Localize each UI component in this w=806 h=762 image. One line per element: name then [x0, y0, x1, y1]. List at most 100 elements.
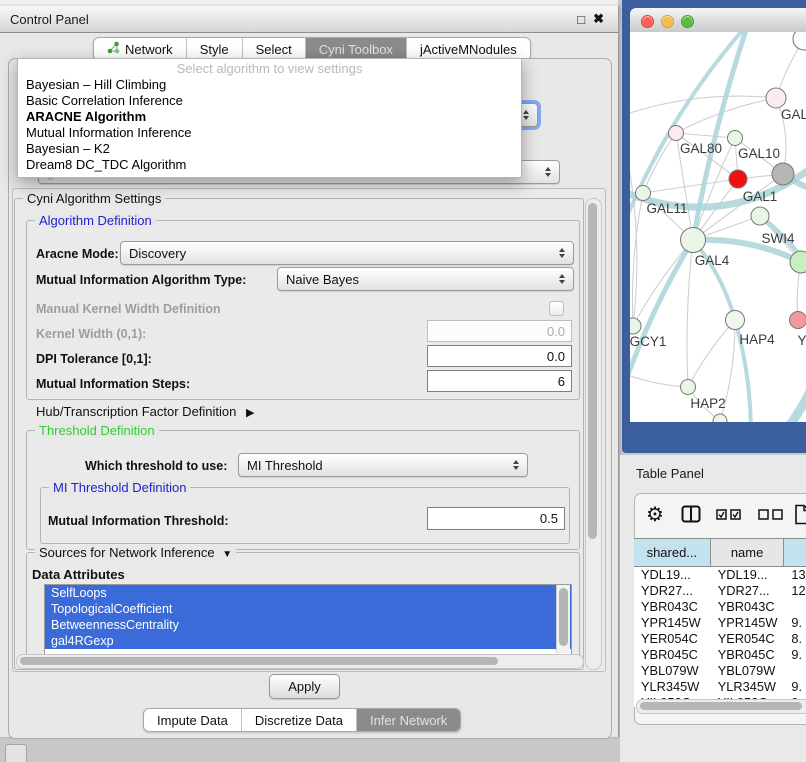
- sources-title[interactable]: Sources for Network Inference ▼: [35, 545, 236, 560]
- table-cell: 13: [784, 567, 806, 583]
- attribute-item-gal4rgexp[interactable]: gal4RGexp: [45, 633, 571, 649]
- aracne-mode-combobox[interactable]: Discovery: [120, 241, 574, 265]
- table-cell: YBR045C: [711, 647, 785, 663]
- column-header-item[interactable]: [784, 539, 806, 566]
- attributes-list-scrollbar[interactable]: [556, 585, 570, 653]
- network-edge[interactable]: [632, 193, 643, 326]
- network-canvas[interactable]: GALGAL80GAL10GAL1GAL11SWI4GAL4GCY1HAP4YH…: [630, 32, 806, 422]
- table-cell: YLR345W: [634, 679, 711, 695]
- float-icon[interactable]: □: [577, 12, 585, 27]
- hub-definition-toggle[interactable]: Hub/Transcription Factor Definition ▶: [36, 404, 254, 419]
- attribute-item-betweennesscentrality[interactable]: BetweennessCentrality: [45, 617, 571, 633]
- node-hap2[interactable]: [681, 380, 696, 395]
- node-hap4[interactable]: [726, 311, 745, 330]
- close-icon[interactable]: ✖: [593, 11, 604, 27]
- table-cell: 9.: [784, 615, 806, 631]
- node-item[interactable]: [793, 32, 806, 50]
- node-gal1[interactable]: [729, 170, 747, 188]
- tab-cyni-toolbox[interactable]: Cyni Toolbox: [305, 38, 406, 60]
- network-edge[interactable]: [643, 179, 738, 193]
- node-gcy1[interactable]: [630, 318, 641, 334]
- data-attributes-list[interactable]: SelfLoopsTopologicalCoefficientBetweenne…: [44, 584, 572, 656]
- node-item[interactable]: [713, 414, 727, 422]
- algorithm-option-mutual-information-inference[interactable]: Mutual Information Inference: [18, 125, 521, 141]
- aracne-mode-label: Aracne Mode:: [36, 247, 119, 261]
- network-edge[interactable]: [630, 96, 776, 117]
- tab-infer-network[interactable]: Infer Network: [356, 709, 460, 731]
- node-gal11[interactable]: [636, 186, 651, 201]
- table-row[interactable]: YBL079WYBL079W: [634, 663, 806, 679]
- node-gal[interactable]: [766, 88, 786, 108]
- gear-icon[interactable]: ⚙: [646, 503, 664, 525]
- table-row[interactable]: YBR043CYBR043C: [634, 599, 806, 615]
- settings-horizontal-scrollbar[interactable]: [16, 654, 584, 669]
- table-cell: YBR045C: [634, 647, 711, 663]
- table-cell: YBL079W: [711, 663, 785, 679]
- split-column-icon[interactable]: [681, 503, 701, 525]
- kernel-width-label: Kernel Width (0,1):: [36, 327, 146, 341]
- mi-steps-field[interactable]: 6: [427, 370, 572, 392]
- node-swi4[interactable]: [751, 207, 769, 225]
- checked-boxes-icon[interactable]: [716, 503, 743, 525]
- kernel-width-field[interactable]: 0.0: [427, 320, 572, 342]
- settings-vertical-scrollbar[interactable]: [585, 198, 602, 670]
- mi-algorithm-type-combobox[interactable]: Naive Bayes: [277, 267, 574, 291]
- algorithm-option-bayesian-k2[interactable]: Bayesian – K2: [18, 141, 521, 157]
- node-item[interactable]: [790, 251, 806, 273]
- zoom-traffic-icon[interactable]: [681, 15, 694, 28]
- tab-jactivemnodules[interactable]: jActiveMNodules: [406, 38, 530, 60]
- network-edge[interactable]: [693, 240, 735, 320]
- column-header-shared[interactable]: shared...: [634, 539, 711, 566]
- table-row[interactable]: YDR27...YDR27...12: [634, 583, 806, 599]
- table-header-row: shared...name: [634, 538, 806, 567]
- algorithm-option-basic-correlation-inference[interactable]: Basic Correlation Inference: [18, 93, 521, 109]
- mi-type-label: Mutual Information Algorithm Type:: [36, 273, 246, 287]
- tab-network[interactable]: Network: [94, 38, 186, 60]
- tab-discretize-data[interactable]: Discretize Data: [241, 709, 356, 731]
- network-edge[interactable]: [676, 133, 735, 138]
- node-label-gal: GAL: [781, 107, 806, 122]
- attribute-item-selfloops[interactable]: SelfLoops: [45, 585, 571, 601]
- network-edge[interactable]: [630, 117, 637, 326]
- tab-label: Select: [256, 42, 292, 57]
- node-gal4[interactable]: [681, 228, 706, 253]
- manual-kernel-checkbox[interactable]: [549, 301, 564, 316]
- node-y[interactable]: [790, 312, 806, 329]
- document-icon[interactable]: [794, 503, 806, 525]
- collapsed-panel-icon[interactable]: [5, 744, 27, 762]
- minimize-traffic-icon[interactable]: [661, 15, 674, 28]
- dropdown-items: Bayesian – Hill ClimbingBasic Correlatio…: [18, 77, 521, 173]
- algorithm-option-aracne-algorithm[interactable]: ARACNE Algorithm: [18, 109, 521, 125]
- network-edge[interactable]: [687, 240, 693, 387]
- network-graph[interactable]: GALGAL80GAL10GAL1GAL11SWI4GAL4GCY1HAP4YH…: [630, 32, 806, 422]
- unchecked-boxes-icon[interactable]: [758, 503, 785, 525]
- network-edge[interactable]: [630, 367, 688, 387]
- network-edge[interactable]: [688, 320, 735, 387]
- column-header-name[interactable]: name: [711, 539, 785, 566]
- table-row[interactable]: YER054CYER054C8.: [634, 631, 806, 647]
- node-gal10[interactable]: [728, 131, 743, 146]
- close-traffic-icon[interactable]: [641, 15, 654, 28]
- table-cell: YPR145W: [634, 615, 711, 631]
- network-window-titlebar[interactable]: [630, 8, 806, 33]
- table-row[interactable]: YBR045CYBR045C9.: [634, 647, 806, 663]
- node-item[interactable]: [772, 163, 794, 185]
- tab-style[interactable]: Style: [186, 38, 242, 60]
- mi-threshold-field[interactable]: 0.5: [427, 507, 565, 530]
- tab-impute-data[interactable]: Impute Data: [144, 709, 241, 731]
- table-row[interactable]: YPR145WYPR145W9.: [634, 615, 806, 631]
- table-horizontal-scrollbar[interactable]: [636, 699, 806, 714]
- network-edge[interactable]: [643, 133, 676, 193]
- algorithm-option-bayesian-hill-climbing[interactable]: Bayesian – Hill Climbing: [18, 77, 521, 93]
- algorithm-option-dream8-dc-tdc-algorithm[interactable]: Dream8 DC_TDC Algorithm: [18, 157, 521, 173]
- which-threshold-combobox[interactable]: MI Threshold: [238, 453, 528, 477]
- network-icon: [107, 41, 120, 57]
- attribute-item-topologicalcoefficient[interactable]: TopologicalCoefficient: [45, 601, 571, 617]
- tab-select[interactable]: Select: [242, 38, 305, 60]
- table-row[interactable]: YDL19...YDL19...13: [634, 567, 806, 583]
- dpi-tolerance-field[interactable]: 0.0: [427, 345, 572, 367]
- network-edge[interactable]: [762, 340, 806, 422]
- node-gal80[interactable]: [669, 126, 684, 141]
- apply-button[interactable]: Apply: [269, 674, 340, 699]
- table-row[interactable]: YLR345WYLR345W9.: [634, 679, 806, 695]
